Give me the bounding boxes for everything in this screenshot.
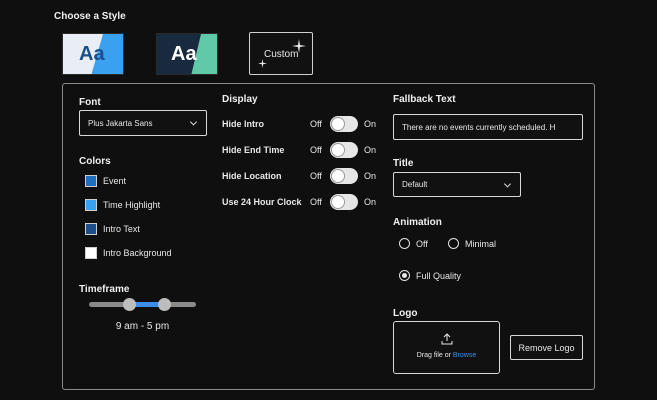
display-row-label: Hide Location xyxy=(222,171,282,181)
animation-heading: Animation xyxy=(393,217,442,228)
color-swatch-intro-background[interactable] xyxy=(85,247,97,259)
display-row-label: Hide End Time xyxy=(222,145,285,155)
toggle-knob xyxy=(332,196,344,208)
title-select-value: Default xyxy=(402,180,428,189)
sparkle-icon xyxy=(292,39,306,53)
display-toggle[interactable] xyxy=(330,168,358,184)
toggle-knob xyxy=(332,170,344,182)
timeframe-start-handle[interactable] xyxy=(122,298,136,311)
animation-option-label: Off xyxy=(416,239,428,249)
remove-logo-button[interactable]: Remove Logo xyxy=(510,335,583,360)
toggle-on-label: On xyxy=(364,171,377,181)
display-row-label: Use 24 Hour Clock xyxy=(222,197,302,207)
style-dark-aa: Aa xyxy=(171,43,197,65)
logo-dropzone[interactable]: Drag file or Browse xyxy=(393,321,500,374)
style-light-aa: Aa xyxy=(79,43,105,65)
animation-radio-full-quality[interactable] xyxy=(399,270,410,281)
animation-radio-minimal[interactable] xyxy=(448,238,459,249)
toggle-off-label: Off xyxy=(310,119,322,129)
animation-radio-off[interactable] xyxy=(399,238,410,249)
fallback-text-input[interactable]: There are no events currently scheduled.… xyxy=(393,114,583,140)
dropzone-text: Drag file or Browse xyxy=(394,352,499,359)
browse-link[interactable]: Browse xyxy=(453,352,476,359)
toggle-knob xyxy=(332,118,344,130)
logo-heading: Logo xyxy=(393,308,418,319)
toggle-off-label: Off xyxy=(310,171,322,181)
toggle-off-label: Off xyxy=(310,145,322,155)
chevron-down-icon xyxy=(503,179,512,188)
timeframe-value: 9 am - 5 pm xyxy=(115,321,170,332)
color-label: Event xyxy=(103,176,127,186)
style-option-dark[interactable]: Aa xyxy=(156,33,218,75)
timeframe-end-handle[interactable] xyxy=(157,298,171,311)
fallback-text-value: There are no events currently scheduled.… xyxy=(402,122,556,132)
toggle-off-label: Off xyxy=(310,197,322,207)
drag-file-text: Drag file or xyxy=(416,352,451,359)
upload-icon xyxy=(441,333,453,345)
toggle-on-label: On xyxy=(364,145,377,155)
display-toggle[interactable] xyxy=(330,194,358,210)
style-option-custom[interactable]: Custom xyxy=(249,32,313,75)
title-select[interactable]: Default xyxy=(393,172,521,197)
color-label: Intro Background xyxy=(103,248,172,258)
color-label: Intro Text xyxy=(103,224,140,234)
title-heading: Title xyxy=(393,158,414,169)
font-select[interactable]: Plus Jakarta Sans xyxy=(79,110,207,136)
display-toggle[interactable] xyxy=(330,116,358,132)
choose-style-heading: Choose a Style xyxy=(54,11,126,22)
toggle-on-label: On xyxy=(364,197,377,207)
timeframe-slider-track[interactable] xyxy=(89,298,196,311)
display-heading: Display xyxy=(222,94,258,105)
toggle-on-label: On xyxy=(364,119,377,129)
style-option-light[interactable]: Aa xyxy=(62,33,124,75)
color-swatch-time-highlight[interactable] xyxy=(85,199,97,211)
color-swatch-event[interactable] xyxy=(85,175,97,187)
color-swatch-intro-text[interactable] xyxy=(85,223,97,235)
toggle-knob xyxy=(332,144,344,156)
font-select-value: Plus Jakarta Sans xyxy=(88,118,153,128)
animation-option-label: Minimal xyxy=(465,239,497,249)
chevron-down-icon xyxy=(189,118,198,126)
fallback-heading: Fallback Text xyxy=(393,94,456,105)
timeframe-heading: Timeframe xyxy=(79,284,130,295)
font-heading: Font xyxy=(79,97,101,108)
display-row-label: Hide Intro xyxy=(222,119,264,129)
animation-option-label: Full Quality xyxy=(416,271,462,281)
display-toggle[interactable] xyxy=(330,142,358,158)
sparkle-small-icon xyxy=(258,59,267,68)
color-label: Time Highlight xyxy=(103,200,161,210)
colors-heading: Colors xyxy=(79,156,111,167)
